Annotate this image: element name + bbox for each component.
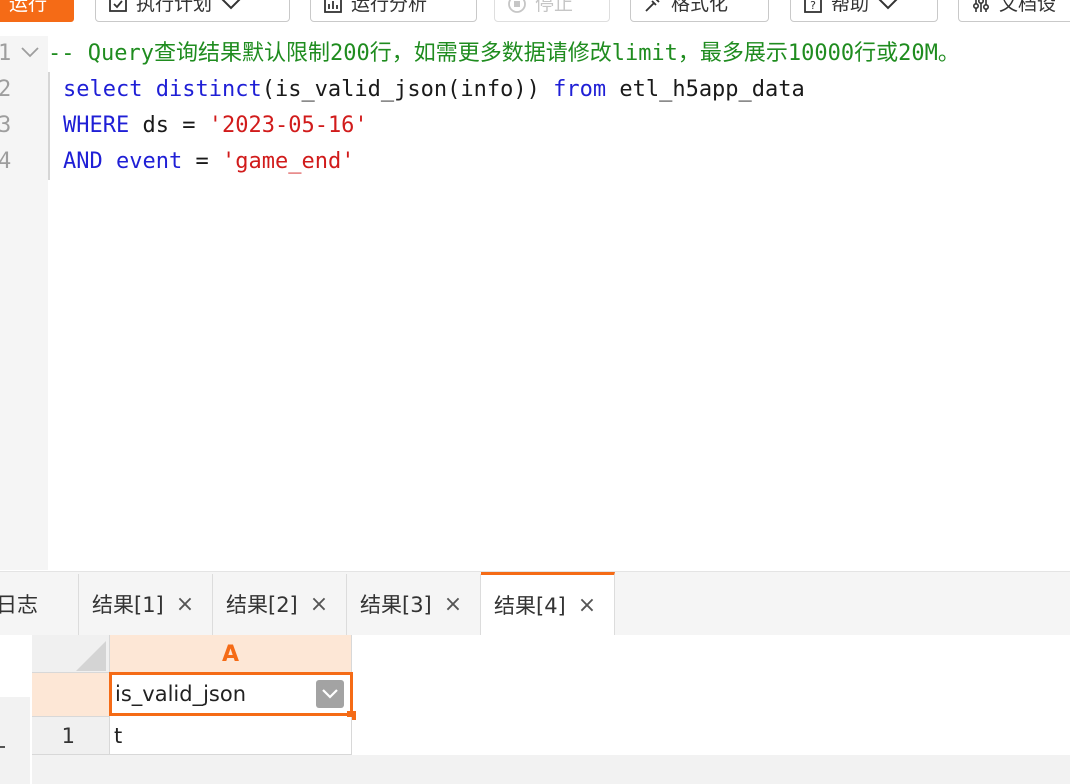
tab-result-2[interactable]: 结果[2] ×: [213, 574, 347, 636]
tab-log-label: 日志: [0, 593, 38, 617]
sql-keyword: event: [116, 149, 183, 174]
tab-label: 结果[3]: [360, 593, 432, 617]
tab-log[interactable]: 日志: [0, 574, 79, 636]
run-label: 运行: [9, 0, 48, 15]
line-number: 4: [0, 149, 12, 174]
docs-button[interactable]: 文档设: [958, 0, 1070, 22]
docs-label: 文档设: [999, 0, 1057, 15]
line-number: 1: [0, 41, 12, 66]
sql-keyword: AND: [63, 149, 103, 174]
corner-triangle-icon: [76, 641, 106, 671]
tab-label: 结果[1]: [92, 593, 164, 617]
tab-label: 结果[4]: [494, 593, 566, 618]
select-all-corner[interactable]: [32, 635, 110, 673]
toolbar: 运行 执行计划 运行分析 停止 格式化 ? 帮助 文档设: [0, 0, 1070, 26]
header-row-index: [32, 673, 110, 717]
chart-icon: [324, 0, 342, 13]
tab-result-1[interactable]: 结果[1] ×: [79, 574, 213, 636]
sql-keyword: distinct: [155, 77, 262, 102]
sql-string: 'game_end': [221, 149, 355, 174]
close-icon[interactable]: ×: [176, 574, 194, 636]
column-header-a[interactable]: A: [110, 635, 352, 673]
run-button[interactable]: 运行: [0, 0, 74, 22]
sql-identifier: ds: [142, 113, 169, 138]
tab-result-4[interactable]: 结果[4] ×: [481, 572, 615, 636]
result-tab-bar: 日志 结果[1] × 结果[2] × 结果[3] × 结果[4] ×: [0, 571, 1070, 636]
stop-label: 停止: [535, 0, 574, 15]
chevron-down-icon: [878, 0, 898, 10]
sql-table-name: etl_h5app_data: [619, 77, 805, 102]
sql-comment: -- Query查询结果默认限制200行，如需更多数据请修改limit，最多展示…: [48, 41, 960, 66]
code-line-1: -- Query查询结果默认限制200行，如需更多数据请修改limit，最多展示…: [48, 36, 960, 72]
close-icon[interactable]: ×: [578, 578, 596, 634]
chevron-down-icon: [221, 0, 241, 10]
stop-button[interactable]: 停止: [494, 0, 610, 22]
line-number: 2: [0, 77, 12, 102]
format-button[interactable]: 格式化: [630, 0, 769, 22]
chevron-down-icon: [322, 689, 338, 699]
settings-sliders-icon: [972, 0, 990, 12]
sql-keyword: WHERE: [63, 113, 130, 138]
sql-string: '2023-05-16': [208, 113, 368, 138]
column-filter-dropdown[interactable]: [316, 680, 344, 708]
tab-label: 结果[2]: [226, 593, 298, 617]
data-cell[interactable]: t: [110, 717, 352, 755]
execution-plan-button[interactable]: 执行计划: [95, 0, 290, 22]
sql-keyword: select: [63, 77, 143, 102]
row-index[interactable]: 1: [32, 717, 110, 755]
fold-chevron-icon[interactable]: [20, 46, 40, 60]
format-label: 格式化: [671, 0, 729, 15]
plan-icon: [109, 0, 127, 12]
code-line-2: select distinct(is_valid_json(info)) fro…: [48, 72, 805, 108]
close-icon[interactable]: ×: [310, 574, 328, 636]
stop-icon: [508, 0, 526, 13]
sql-operator: =: [195, 149, 209, 174]
help-button[interactable]: ? 帮助: [790, 0, 938, 22]
grid-left-strip: [0, 635, 30, 784]
column-name-cell[interactable]: is_valid_json: [109, 672, 353, 716]
brush-icon: [645, 0, 660, 12]
tab-result-3[interactable]: 结果[3] ×: [347, 574, 481, 636]
result-grid: A is_valid_json 1 t: [0, 635, 1070, 784]
grid-empty-area: [32, 755, 1070, 784]
code-line-3: WHERE ds = '2023-05-16': [48, 108, 368, 144]
execution-plan-label: 执行计划: [136, 0, 213, 15]
indent-guide: [48, 72, 50, 180]
run-analysis-label: 运行分析: [351, 0, 428, 15]
column-name: is_valid_json: [115, 682, 247, 706]
sql-operator: =: [182, 113, 196, 138]
svg-text:?: ?: [810, 0, 816, 12]
help-icon: ?: [804, 0, 822, 13]
sql-expression: (is_valid_json(info)): [261, 77, 540, 102]
help-label: 帮助: [831, 0, 870, 15]
line-number: 3: [0, 113, 12, 138]
close-icon[interactable]: ×: [444, 574, 462, 636]
code-line-4: AND event = 'game_end': [48, 144, 354, 180]
line-number-gutter: 1 2 3 4: [0, 36, 48, 570]
sql-keyword: from: [553, 77, 607, 102]
sql-editor[interactable]: -- Query查询结果默认限制200行，如需更多数据请修改limit，最多展示…: [48, 36, 1070, 570]
run-analysis-button[interactable]: 运行分析: [310, 0, 477, 22]
